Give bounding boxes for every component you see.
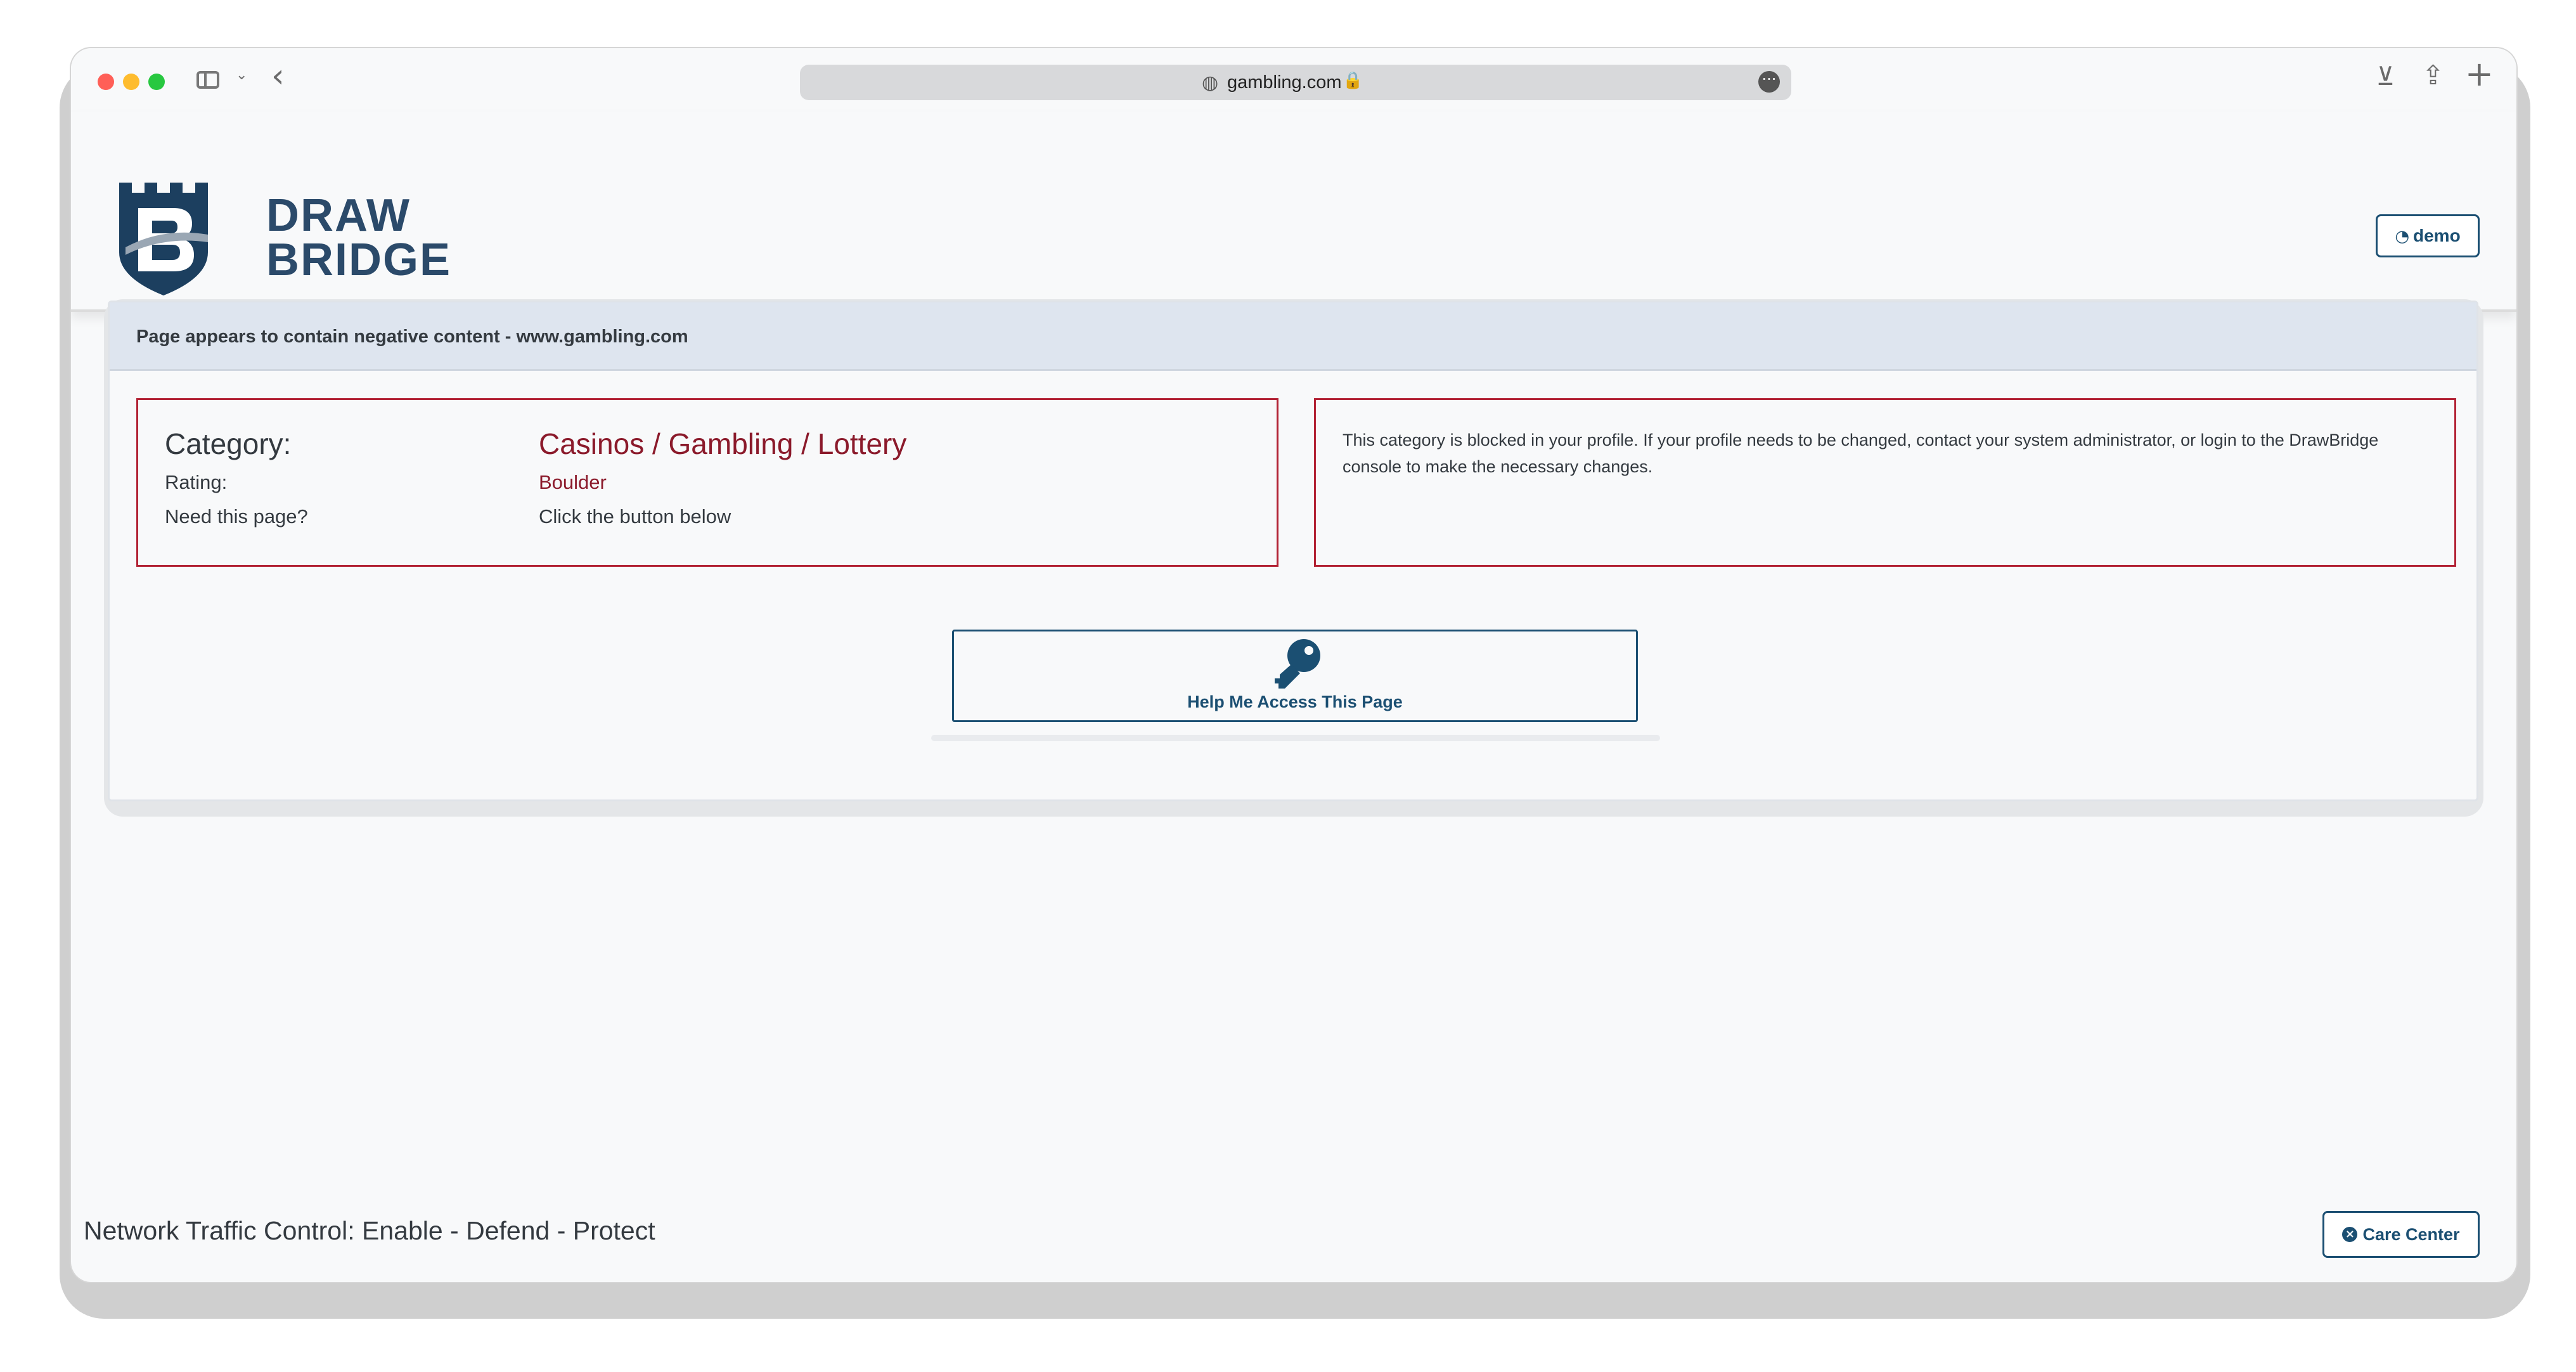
help-button-shadow [931,735,1660,741]
key-icon [1275,639,1320,689]
share-icon[interactable]: ⇪ [2422,60,2444,91]
help-access-button[interactable]: Help Me Access This Page [952,630,1638,722]
rating-value: Boulder [539,471,607,493]
message-box: This category is blocked in your profile… [1314,398,2456,567]
care-center-label: Care Center [2362,1225,2460,1244]
dashboard-icon: ◔ [2395,227,2409,246]
need-page-value: Click the button below [539,505,731,527]
minimize-window-button[interactable] [123,74,139,90]
zoom-window-button[interactable] [148,74,165,90]
user-demo-button[interactable]: ◔ demo [2376,214,2480,257]
care-center-button[interactable]: × Care Center [2322,1211,2480,1258]
category-label: Category: [165,427,292,460]
notice-title: Page appears to contain negative content… [136,327,688,347]
footer-tagline: Network Traffic Control: Enable - Defend… [84,1216,655,1245]
rating-label: Rating: [165,471,228,493]
address-bar[interactable]: ◍ gambling.com 🔒 ··· [800,65,1791,100]
url-text: gambling.com [1227,72,1342,93]
close-window-button[interactable] [98,74,114,90]
browser-window: ⌄ ‹ ◍ gambling.com 🔒 ··· ⊻ ⇪ + DRAW BRID… [71,48,2516,1282]
site-header: DRAW BRIDGE ◔ demo [71,112,2516,312]
category-info-box: Category: Casinos / Gambling / Lottery R… [136,398,1278,567]
card-header: Page appears to contain negative content… [110,302,2476,371]
drawbridge-logo[interactable]: DRAW BRIDGE [113,176,450,297]
lock-icon: 🔒 [1343,71,1363,90]
chevron-down-icon[interactable]: ⌄ [236,67,247,83]
browser-toolbar: ⌄ ‹ ◍ gambling.com 🔒 ··· ⊻ ⇪ + [71,48,2516,112]
shield-logo-icon [119,183,208,295]
plus-icon[interactable]: + [2465,57,2494,91]
help-access-label: Help Me Access This Page [1187,692,1403,711]
download-icon[interactable]: ⊻ [2376,62,2395,91]
need-page-label: Need this page? [165,505,308,527]
globe-icon: ◍ [1202,72,1219,94]
category-value: Casinos / Gambling / Lottery [539,427,907,460]
sidebar-icon[interactable] [196,71,219,89]
block-notice-card: Page appears to contain negative content… [108,301,2478,801]
logo-line2: BRIDGE [266,235,452,285]
user-demo-label: demo [2413,226,2461,245]
close-circle-icon: × [2342,1226,2358,1242]
logo-line1: DRAW [266,190,411,241]
back-icon[interactable]: ‹ [271,60,285,93]
more-icon[interactable]: ··· [1758,71,1780,93]
logo-wordmark: DRAW BRIDGE [266,193,451,283]
block-message: This category is blocked in your profile… [1343,430,2379,476]
